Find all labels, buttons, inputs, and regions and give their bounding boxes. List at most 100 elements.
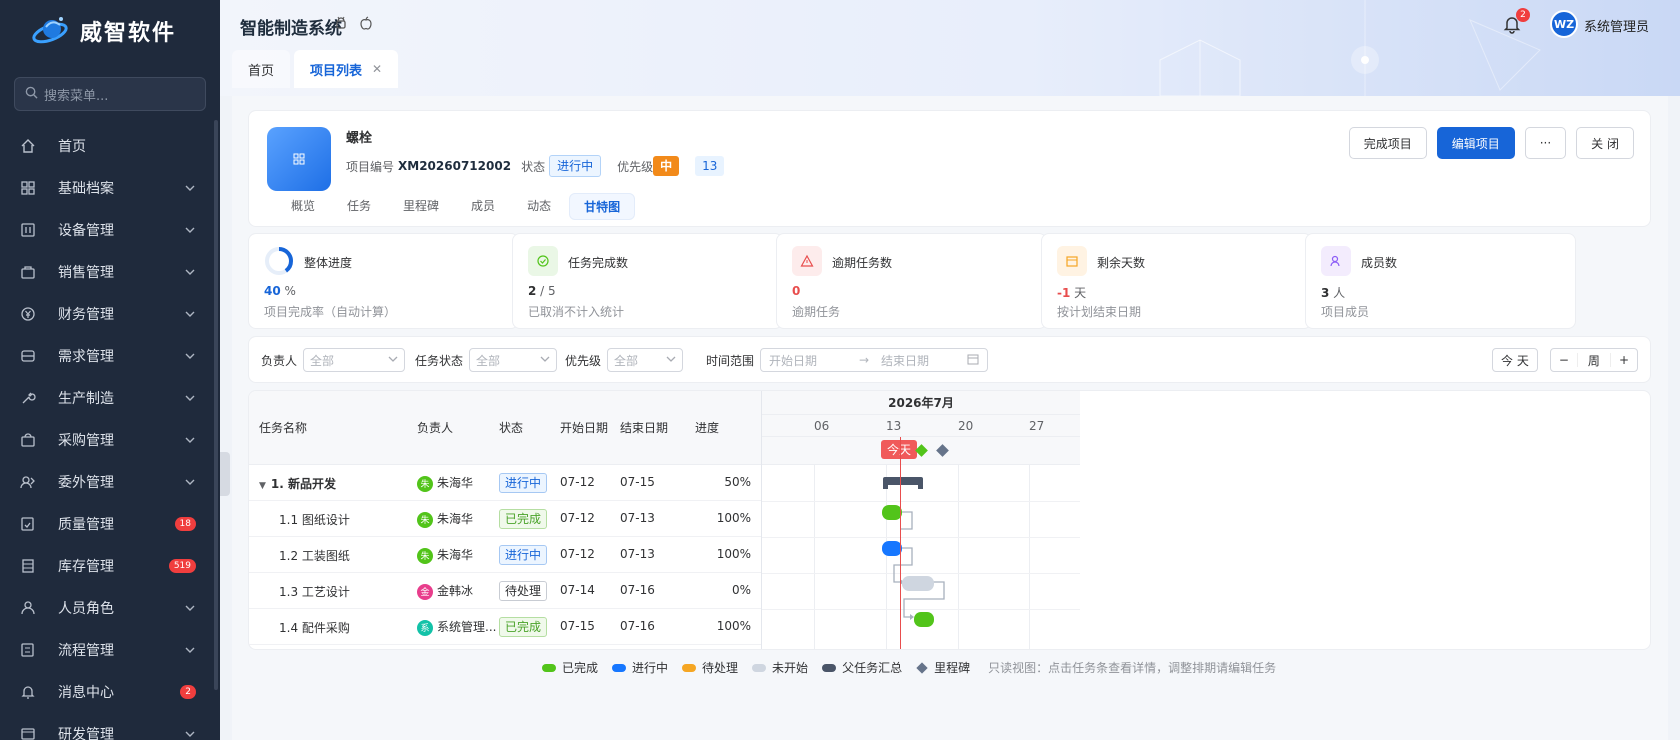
caret-down-icon[interactable]: ▼ <box>259 481 266 491</box>
sidebar-item-label: 研发管理 <box>58 727 114 740</box>
sidebar-item[interactable]: 生产制造 <box>0 377 220 419</box>
close-button[interactable]: 关 闭 <box>1576 127 1634 159</box>
timeline-markers: 今天 <box>762 437 1080 465</box>
more-button[interactable]: ··· <box>1524 127 1567 159</box>
sidebar-item[interactable]: 采购管理 <box>0 419 220 461</box>
stat-subtitle: 逾期任务 <box>792 305 841 319</box>
sidebar-item[interactable]: 库存管理 519 <box>0 545 220 587</box>
menu-search-input[interactable]: 搜索菜单... <box>14 77 206 111</box>
project-name: 螺栓 <box>346 131 373 146</box>
zoom-out-button[interactable]: − <box>1551 353 1578 367</box>
legend-item: 未开始 <box>752 659 808 676</box>
stat-title: 整体进度 <box>304 256 353 270</box>
sidebar-item[interactable]: 销售管理 <box>0 251 220 293</box>
task-status: 已完成 <box>499 509 548 529</box>
task-start: 07-14 <box>560 583 595 597</box>
project-tab[interactable]: 任务 <box>333 193 385 220</box>
gantt-task-row[interactable]: 1.2 工装图纸 朱朱海华 进行中 07-12 07-13 100% <box>249 537 761 573</box>
sidebar-item-label: 首页 <box>58 139 86 155</box>
chevron-down-icon <box>666 353 676 367</box>
gantt-bar-completed[interactable] <box>882 505 902 520</box>
sidebar-item-label: 销售管理 <box>58 265 114 281</box>
legend-label: 进行中 <box>632 661 669 675</box>
milestone-marker[interactable] <box>936 444 949 457</box>
apple-icon[interactable] <box>359 16 373 30</box>
sidebar-item[interactable]: 人员角色 <box>0 587 220 629</box>
gantt-table-header: 任务名称 负责人 状态 开始日期 结束日期 进度 <box>249 391 761 465</box>
user-avatar[interactable]: WZ <box>1550 10 1578 38</box>
sidebar-scrollbar[interactable] <box>214 120 218 690</box>
gantt-bar-not-started[interactable] <box>902 576 934 591</box>
gantt-bar-in-progress[interactable] <box>882 541 902 556</box>
zoom-in-button[interactable]: + <box>1609 353 1637 367</box>
task-start: 07-12 <box>560 475 595 489</box>
tab-home[interactable]: 首页 <box>232 50 291 88</box>
sidebar-item[interactable]: 设备管理 <box>0 209 220 251</box>
sidebar-item-label: 财务管理 <box>58 307 114 323</box>
gantt-bar-parent-cap <box>918 483 923 489</box>
project-status-label: 状态 <box>521 159 546 174</box>
gantt-task-row[interactable]: 1.4 配件采购 系系统管理... 已完成 07-15 07-16 100% <box>249 609 761 645</box>
scale-label: 周 <box>1587 353 1600 368</box>
user-name[interactable]: 系统管理员 <box>1584 16 1649 35</box>
gantt-task-row[interactable]: 1.3 工艺设计 金金韩冰 待处理 07-14 07-16 0% <box>249 573 761 609</box>
date-range-picker[interactable]: 开始日期 → 结束日期 <box>760 348 989 372</box>
sidebar-item[interactable]: 消息中心 2 <box>0 671 220 713</box>
storage-icon <box>20 558 36 574</box>
task-owner: 朱朱海华 <box>417 510 473 528</box>
tab-project-list[interactable]: 项目列表 ✕ <box>294 50 399 88</box>
stat-value: 0 <box>792 284 801 298</box>
chevron-down-icon <box>388 353 398 367</box>
priority-select[interactable]: 全部 <box>607 348 684 372</box>
complete-project-button[interactable]: 完成项目 <box>1348 127 1427 159</box>
edit-project-button[interactable]: 编辑项目 <box>1436 127 1515 159</box>
sidebar-item[interactable]: 流程管理 <box>0 629 220 671</box>
close-icon[interactable]: ✕ <box>372 62 382 76</box>
project-tab[interactable]: 里程碑 <box>389 193 453 220</box>
project-code: XM20260712002 <box>398 159 512 173</box>
outsource-icon <box>20 474 36 490</box>
sidebar-item[interactable]: 首页 <box>0 125 220 167</box>
task-end: 07-16 <box>620 619 655 633</box>
stat-value: 3 人 <box>1321 286 1346 300</box>
status-select[interactable]: 全部 <box>469 348 558 372</box>
filter-owner-label: 负责人 <box>261 353 298 368</box>
gantt-task-row[interactable]: ▼ 1. 新品开发 朱朱海华 进行中 07-12 07-15 50% <box>249 465 761 501</box>
calendar-icon <box>967 353 979 368</box>
project-tab[interactable]: 成员 <box>457 193 509 220</box>
android-icon[interactable] <box>334 16 348 30</box>
task-end: 07-15 <box>620 475 655 489</box>
week-label: 06 <box>814 419 830 433</box>
sidebar-item-label: 生产制造 <box>58 391 114 407</box>
sidebar-collapse-handle[interactable] <box>220 452 230 496</box>
sidebar-item[interactable]: 财务管理 <box>0 293 220 335</box>
chevron-down-icon <box>184 434 196 446</box>
check-circle-icon <box>528 246 558 276</box>
today-button[interactable]: 今 天 <box>1492 348 1538 372</box>
project-tab[interactable]: 概览 <box>277 193 329 220</box>
legend-label: 里程碑 <box>934 661 971 675</box>
sidebar-item[interactable]: 需求管理 <box>0 335 220 377</box>
project-tab[interactable]: 动态 <box>513 193 565 220</box>
project-tab[interactable]: 甘特图 <box>569 193 636 220</box>
stat-card: 任务完成数 2 / 5 已取消不计入统计 <box>512 233 783 329</box>
owner-select[interactable]: 全部 <box>303 348 406 372</box>
sidebar-item-label: 质量管理 <box>58 517 114 533</box>
brand[interactable]: 威智软件 <box>0 0 220 62</box>
sidebar-item[interactable]: 委外管理 <box>0 461 220 503</box>
sidebar-item[interactable]: 研发管理 <box>0 713 220 740</box>
legend-swatch <box>682 663 697 672</box>
stat-subtitle: 已取消不计入统计 <box>528 305 625 319</box>
grid-icon <box>20 180 36 196</box>
sidebar-item[interactable]: 基础档案 <box>0 167 220 209</box>
legend-item: 已完成 <box>542 659 598 676</box>
task-progress: 100% <box>716 619 751 633</box>
sidebar-item[interactable]: 质量管理 18 <box>0 503 220 545</box>
gantt-bar-parent-cap <box>883 483 888 489</box>
project-code-label: 项目编号 <box>346 159 395 174</box>
gantt-bar-parent[interactable] <box>883 477 923 485</box>
gantt-task-row[interactable]: 1.1 图纸设计 朱朱海华 已完成 07-12 07-13 100% <box>249 501 761 537</box>
milestone-marker[interactable] <box>915 444 928 457</box>
gantt-bar-completed[interactable] <box>914 612 934 627</box>
sidebar-menu: 首页基础档案 设备管理销售管理财务管理需求管理生产制造采购管理 委外管理 质量管理 18… <box>0 125 220 740</box>
